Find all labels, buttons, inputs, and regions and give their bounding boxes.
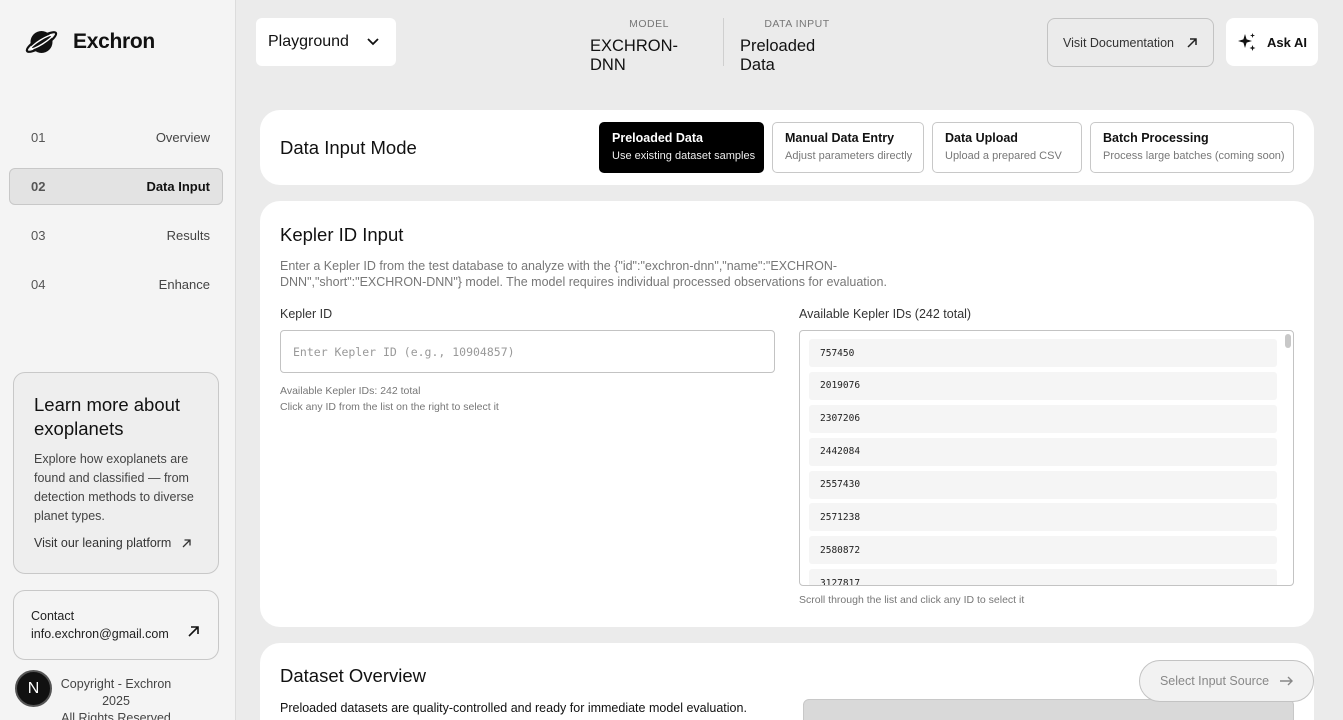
- scrollbar[interactable]: [1284, 332, 1292, 584]
- arrow-up-right-icon: [188, 626, 199, 637]
- mode-dropdown-label: Playground: [268, 33, 349, 50]
- arrow-up-right-icon: [1187, 37, 1197, 48]
- copyright: Copyright - Exchron 2025 All Rights Rese…: [46, 676, 186, 720]
- sidebar-item-data-input[interactable]: 02 Data Input: [9, 168, 223, 205]
- tab-title: Manual Data Entry: [785, 131, 895, 145]
- data-input-label: DATA INPUT: [764, 18, 830, 30]
- select-input-source-button[interactable]: Select Input Source: [1139, 660, 1314, 702]
- sidebar-item-overview[interactable]: 01 Overview: [9, 119, 223, 156]
- learn-text: Explore how exoplanets are found and cla…: [34, 452, 194, 523]
- planet-logo-icon: [25, 31, 58, 53]
- list-scroll-hint: Scroll through the list and click any ID…: [799, 594, 1025, 606]
- kepler-id-item[interactable]: 2307206: [809, 404, 1277, 433]
- header-divider: [723, 18, 724, 66]
- scrollbar-thumb[interactable]: [1285, 334, 1291, 348]
- n-badge-button[interactable]: N: [15, 670, 52, 707]
- select-source-label: Select Input Source: [1159, 674, 1270, 688]
- model-value: EXCHRON-DNN: [590, 37, 679, 74]
- chevron-down-icon: [367, 38, 379, 46]
- tab-data-upload[interactable]: Data Upload Upload a prepared CSV: [932, 122, 1082, 173]
- arrow-up-right-icon: [182, 538, 191, 547]
- kepler-id-item[interactable]: 3127817: [809, 569, 1277, 585]
- data-input-mode-title: Data Input Mode: [280, 137, 417, 158]
- ask-ai-label: Ask AI: [1267, 34, 1307, 50]
- arrow-right-icon: [1280, 676, 1294, 686]
- sidebar-item-results[interactable]: 03 Results: [9, 217, 223, 254]
- sidebar-item-enhance[interactable]: 04 Enhance: [9, 266, 223, 303]
- kepler-id-item[interactable]: 2571238: [809, 503, 1277, 532]
- nav-label: Data Input: [146, 179, 210, 194]
- visit-documentation-button[interactable]: Visit Documentation: [1047, 18, 1214, 67]
- tab-subtitle: Process large batches (coming soon): [1103, 150, 1285, 162]
- kepler-title: Kepler ID Input: [280, 224, 404, 245]
- kepler-description: Enter a Kepler ID from the test database…: [280, 259, 887, 289]
- learn-title: Learn more about exoplanets: [34, 394, 181, 439]
- kepler-id-item[interactable]: 2557430: [809, 470, 1277, 499]
- sparkle-icon: [1238, 33, 1256, 51]
- nav-number: 04: [31, 277, 46, 292]
- data-input-info: DATA INPUT Preloaded Data: [740, 18, 854, 75]
- available-ids-label: Available Kepler IDs (242 total): [799, 307, 972, 321]
- dataset-overview-title: Dataset Overview: [280, 665, 426, 686]
- brand-name: Exchron: [73, 30, 155, 53]
- sidebar-nav: 01 Overview 02 Data Input 03 Results 04 …: [9, 119, 223, 315]
- dataset-overview-description: Preloaded datasets are quality-controlle…: [280, 701, 747, 715]
- kepler-id-item[interactable]: 2442084: [809, 437, 1277, 466]
- learning-platform-link[interactable]: Visit our leaning platform: [34, 536, 198, 550]
- tab-subtitle: Upload a prepared CSV: [945, 150, 1062, 162]
- nav-label: Enhance: [158, 277, 210, 292]
- kepler-id-label: Kepler ID: [280, 307, 333, 321]
- nav-label: Overview: [155, 130, 210, 145]
- dataset-overview-box: [803, 699, 1294, 720]
- brand[interactable]: Exchron: [24, 27, 155, 57]
- doc-button-label: Visit Documentation: [1063, 35, 1174, 50]
- kepler-id-item[interactable]: 757450: [809, 339, 1277, 367]
- mode-dropdown[interactable]: Playground: [256, 18, 396, 66]
- data-input-mode-panel: Data Input Mode Preloaded Data Use exist…: [260, 110, 1314, 185]
- nav-number: 03: [31, 228, 46, 243]
- tab-title: Batch Processing: [1103, 131, 1209, 145]
- kepler-id-panel: Kepler ID Input Enter a Kepler ID from t…: [260, 201, 1314, 627]
- tab-manual-data-entry[interactable]: Manual Data Entry Adjust parameters dire…: [772, 122, 924, 173]
- learn-link-label: Visit our leaning platform: [34, 536, 172, 550]
- learn-card: Learn more about exoplanets Explore how …: [13, 372, 219, 574]
- tab-batch-processing[interactable]: Batch Processing Process large batches (…: [1090, 122, 1294, 173]
- ask-ai-button[interactable]: Ask AI: [1226, 18, 1318, 66]
- kepler-id-item[interactable]: 2580872: [809, 536, 1277, 565]
- tab-subtitle: Adjust parameters directly: [785, 150, 913, 162]
- nav-label: Results: [166, 228, 210, 243]
- tab-title: Data Upload: [945, 131, 1018, 145]
- model-info: MODEL EXCHRON-DNN: [590, 18, 708, 75]
- available-ids-hint: Available Kepler IDs: 242 total: [280, 385, 421, 397]
- contact-label: Contact: [31, 609, 75, 623]
- tab-preloaded-data[interactable]: Preloaded Data Use existing dataset samp…: [599, 122, 764, 173]
- contact-email: info.exchron@gmail.com: [31, 627, 169, 641]
- kepler-id-list[interactable]: 757450 2019076 2307206 2442084 2557430 2…: [799, 330, 1294, 586]
- copyright-line: All Rights Reserved: [61, 711, 171, 720]
- tab-subtitle: Use existing dataset samples: [612, 150, 756, 162]
- sidebar: Exchron 01 Overview 02 Data Input 03 Res…: [0, 0, 236, 720]
- data-input-value: Preloaded Data: [740, 37, 816, 74]
- click-id-hint: Click any ID from the list on the right …: [280, 401, 499, 413]
- nav-number: 01: [31, 130, 46, 145]
- copyright-line: Copyright - Exchron 2025: [60, 677, 172, 708]
- tab-title: Preloaded Data: [612, 131, 704, 145]
- nav-number: 02: [31, 179, 46, 194]
- contact-card[interactable]: Contact info.exchron@gmail.com: [13, 590, 219, 660]
- model-label: MODEL: [629, 18, 669, 30]
- kepler-id-input[interactable]: [280, 330, 775, 373]
- kepler-id-item[interactable]: 2019076: [809, 371, 1277, 400]
